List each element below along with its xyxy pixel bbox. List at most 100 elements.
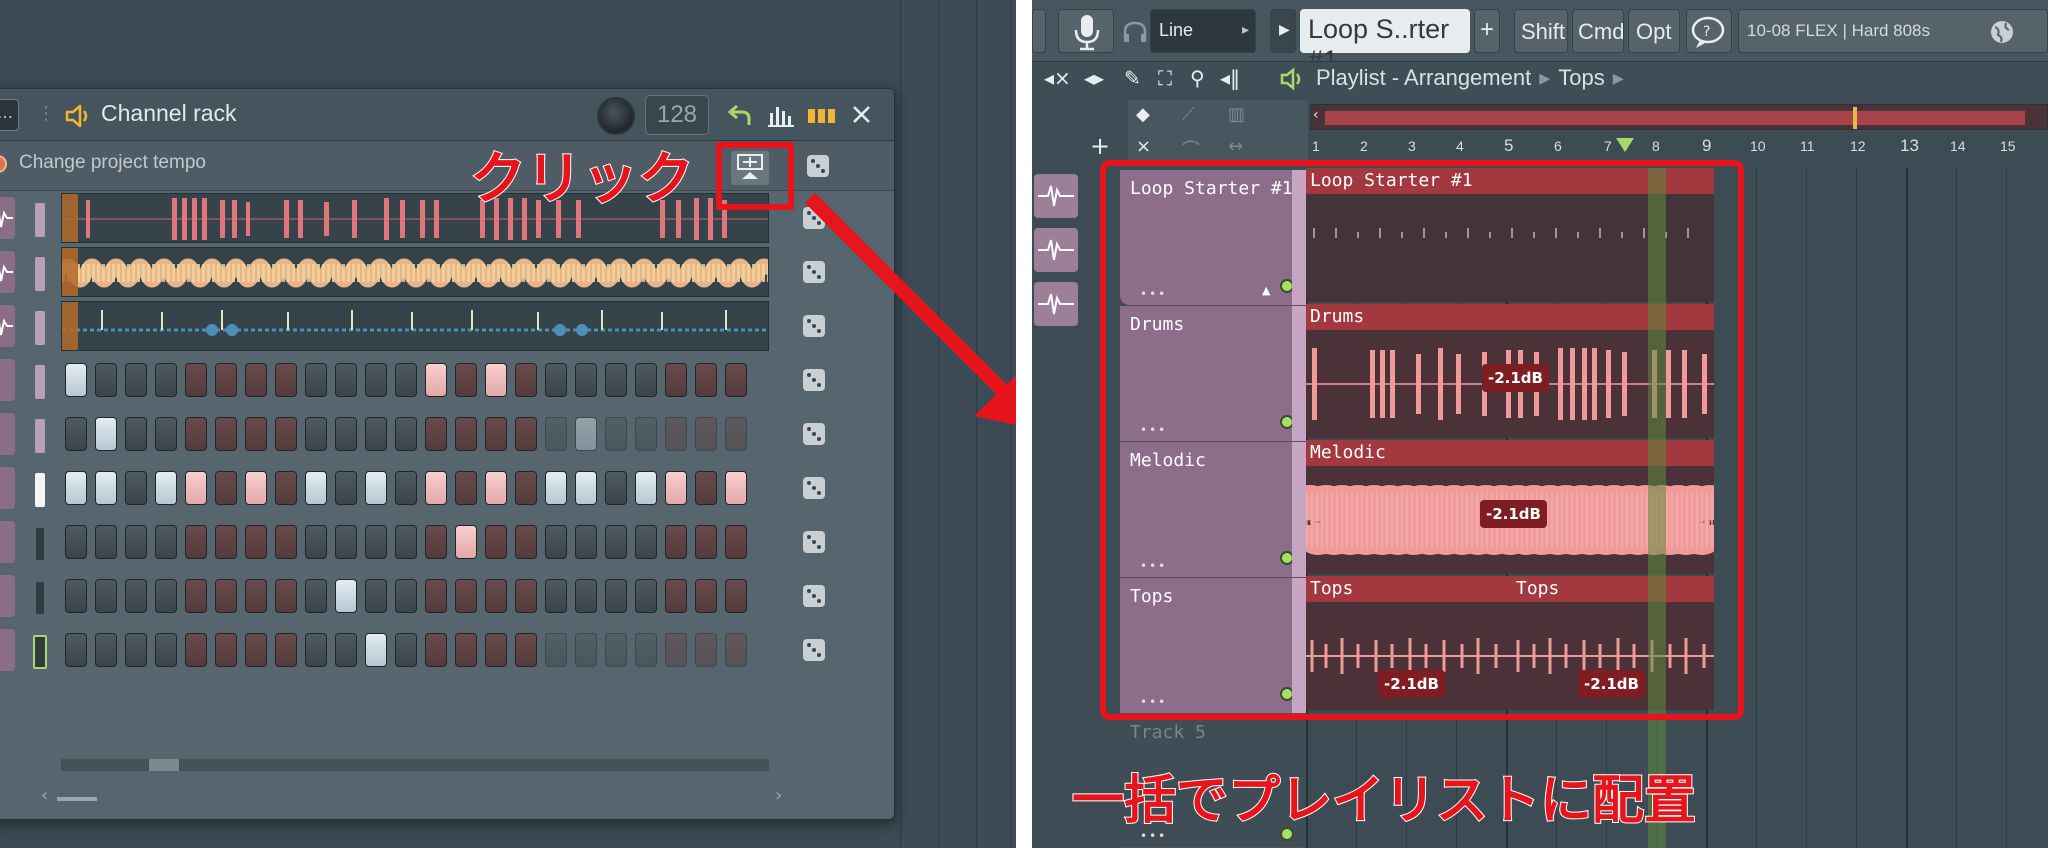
- bar-number: 8: [1652, 138, 1660, 154]
- playlist-header: ◂× ◂▸ ✎ ⛶ ⚲ ◂‖ Playlist - Arrangement ▸ To…: [1032, 62, 2048, 96]
- headphones-icon[interactable]: [1122, 20, 1148, 44]
- channel-button[interactable]: [0, 521, 15, 563]
- channel-select-led[interactable]: [35, 527, 45, 561]
- channel-row: [0, 623, 894, 677]
- channel-button[interactable]: [0, 251, 15, 293]
- scroll-right-icon[interactable]: ›: [775, 785, 782, 806]
- picker-clip-thumb[interactable]: [1034, 228, 1078, 272]
- svg-text:?: ?: [1703, 24, 1710, 40]
- bar-number: 7: [1604, 138, 1612, 154]
- channel-select-led[interactable]: [35, 365, 45, 399]
- channel-select-led[interactable]: [35, 203, 45, 237]
- bar-number: 14: [1950, 138, 1966, 154]
- shift-label: Shift: [1521, 19, 1566, 44]
- cmd-button[interactable]: Cmd: [1572, 9, 1624, 53]
- channel-select-led[interactable]: [33, 635, 47, 669]
- select-icon[interactable]: ⛶: [1158, 66, 1172, 90]
- channel-row: [0, 515, 894, 569]
- speaker-icon: [1280, 67, 1301, 91]
- scroll-thumb[interactable]: [149, 759, 179, 771]
- channel-button[interactable]: [0, 359, 15, 401]
- globe-icon[interactable]: [1989, 19, 2015, 45]
- scroll-left-icon[interactable]: ‹: [41, 785, 48, 806]
- slice-icon[interactable]: ✎: [1124, 66, 1141, 90]
- channel-list: [0, 191, 894, 731]
- playlist-title: Playlist - Arrangement: [1316, 65, 1532, 90]
- channel-button[interactable]: [0, 305, 15, 347]
- waveform-icon: [0, 318, 13, 336]
- channel-select-led[interactable]: [35, 419, 45, 453]
- graph-editor-icon[interactable]: [767, 101, 797, 129]
- picker-clip-thumb[interactable]: [1034, 174, 1078, 218]
- channel-row: [0, 353, 894, 407]
- step-sequencer-icon[interactable]: [807, 101, 837, 129]
- dice-icon[interactable]: [803, 585, 825, 607]
- playback-icon[interactable]: ◂‖: [1220, 66, 1240, 90]
- piano-icon[interactable]: ▥: [1228, 104, 1245, 125]
- undo-icon[interactable]: [725, 101, 755, 129]
- speaker-icon: [65, 104, 88, 128]
- dice-icon[interactable]: [803, 477, 825, 499]
- playlist-breadcrumb: Tops: [1558, 65, 1605, 90]
- slip-icon[interactable]: ◂▸: [1084, 66, 1104, 90]
- bar-number: 3: [1408, 138, 1416, 154]
- record-button[interactable]: [1058, 9, 1114, 53]
- channel-select-led[interactable]: [35, 473, 45, 507]
- drag-grip-icon[interactable]: ⋮: [37, 103, 55, 124]
- channel-button[interactable]: [0, 575, 15, 617]
- hint-toggle-button[interactable]: ?: [1686, 9, 1732, 53]
- audio-clip-preview: [61, 247, 769, 297]
- dice-icon[interactable]: [803, 531, 825, 553]
- swing-knob[interactable]: [597, 97, 635, 135]
- picker-clip-thumb[interactable]: [1034, 282, 1078, 326]
- channel-select-led[interactable]: [35, 311, 45, 345]
- bar-number: 13: [1900, 136, 1919, 155]
- opt-button[interactable]: Opt: [1628, 9, 1680, 53]
- bar-number: 12: [1850, 138, 1866, 154]
- channel-rack-menu-button[interactable]: …: [0, 99, 19, 131]
- pattern-prev-button[interactable]: ▶: [1270, 9, 1296, 53]
- snap-mode-select[interactable]: Line ▸: [1150, 9, 1256, 53]
- channel-button[interactable]: [0, 467, 15, 509]
- bar-number: 15: [2000, 138, 2016, 154]
- channel-rack-scrollbar[interactable]: ‹ ›: [0, 759, 894, 821]
- swing-value-display[interactable]: 128: [645, 95, 709, 135]
- close-icon[interactable]: [847, 101, 877, 129]
- dice-icon[interactable]: [807, 155, 829, 177]
- bar-number: 6: [1554, 138, 1562, 154]
- waveform-tops: [62, 310, 768, 336]
- chevron-right-icon: ▸: [1539, 65, 1551, 90]
- snap-mode-value: Line: [1159, 20, 1194, 40]
- channel-button[interactable]: [0, 629, 15, 671]
- loop-marker[interactable]: [1853, 107, 1857, 129]
- dice-icon[interactable]: [803, 639, 825, 661]
- channel-row: [0, 245, 894, 299]
- chevron-left-icon[interactable]: ‹: [1313, 107, 1319, 123]
- mute-icon[interactable]: ◂×: [1044, 66, 1071, 90]
- playhead-icon[interactable]: [1616, 138, 1634, 152]
- tempo-indicator-icon[interactable]: [0, 155, 7, 173]
- tempo-hint-label: Change project tempo: [19, 152, 206, 173]
- bar-number: 11: [1800, 138, 1815, 154]
- hint-text: 10-08 FLEX | Hard 808s: [1747, 21, 1931, 40]
- zoom-icon[interactable]: ⚲: [1190, 66, 1205, 90]
- channel-select-led[interactable]: [35, 581, 45, 615]
- wave-tool-icon[interactable]: ◆: [1136, 104, 1150, 125]
- channel-button[interactable]: [0, 413, 15, 455]
- zoom-bar[interactable]: [57, 797, 97, 801]
- line-tool-icon[interactable]: ⟋: [1182, 104, 1195, 125]
- channel-button[interactable]: [0, 197, 15, 239]
- add-pattern-button[interactable]: +: [1474, 9, 1500, 53]
- playlist-title-bar: Playlist - Arrangement ▸ Tops ▸: [1316, 65, 1632, 91]
- channel-row: [0, 461, 894, 515]
- channel-row: [0, 407, 894, 461]
- channel-rack-titlebar[interactable]: … ⋮ Channel rack 128: [0, 89, 894, 141]
- timeline-scrollbar[interactable]: ‹: [1310, 104, 2048, 130]
- cmd-label: Cmd: [1578, 19, 1625, 44]
- pattern-select[interactable]: Loop S..rter #1: [1300, 9, 1470, 75]
- channel-select-led[interactable]: [35, 257, 45, 291]
- screenshot-stage: … ⋮ Channel rack 128: [0, 0, 2048, 848]
- shift-button[interactable]: Shift: [1514, 9, 1568, 53]
- waveform-melodic: [62, 258, 768, 288]
- channel-row: [0, 299, 894, 353]
